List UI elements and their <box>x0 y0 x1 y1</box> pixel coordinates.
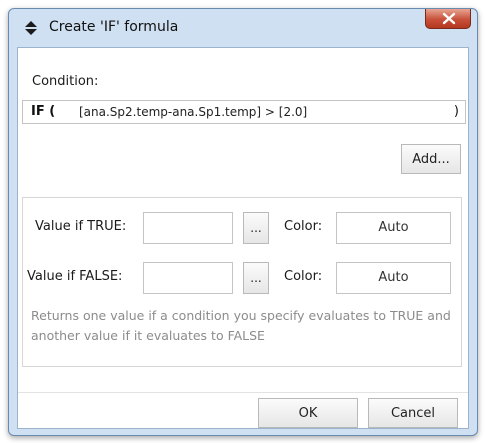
condition-input[interactable]: IF ( [ana.Sp2.temp-ana.Sp1.temp] > [2.0]… <box>22 100 466 124</box>
create-if-formula-dialog: Create 'IF' formula Condition: IF ( [ana… <box>8 8 478 436</box>
false-color-label: Color: <box>284 269 323 284</box>
ok-button[interactable]: OK <box>258 398 358 428</box>
help-text: Returns one value if a condition you spe… <box>31 308 451 343</box>
value-if-true-input[interactable] <box>143 212 233 244</box>
value-if-true-browse-button[interactable]: ... <box>243 212 269 244</box>
false-color-select[interactable]: Auto <box>336 262 451 294</box>
close-button[interactable] <box>425 9 471 29</box>
condition-expression: [ana.Sp2.temp-ana.Sp1.temp] > [2.0] <box>79 105 308 119</box>
value-if-true-label: Value if TRUE: <box>35 219 127 234</box>
true-color-select[interactable]: Auto <box>336 212 451 244</box>
condition-label: Condition: <box>32 74 99 89</box>
value-if-false-input[interactable] <box>143 262 233 294</box>
title-bar[interactable]: Create 'IF' formula <box>9 9 477 47</box>
sort-arrows-icon <box>23 20 39 36</box>
value-if-false-label: Value if FALSE: <box>27 269 123 284</box>
cancel-button[interactable]: Cancel <box>368 398 458 428</box>
footer-divider <box>18 392 468 393</box>
condition-prefix: IF ( <box>31 104 56 119</box>
true-color-label: Color: <box>284 219 323 234</box>
close-x-icon <box>442 12 456 25</box>
condition-suffix: ) <box>453 104 459 119</box>
values-group: Value if TRUE: ... Color: Auto Value if … <box>22 197 462 367</box>
window-title: Create 'IF' formula <box>49 19 179 35</box>
dialog-content: Condition: IF ( [ana.Sp2.temp-ana.Sp1.te… <box>17 47 469 429</box>
add-button[interactable]: Add... <box>401 144 461 174</box>
value-if-false-browse-button[interactable]: ... <box>243 262 269 294</box>
